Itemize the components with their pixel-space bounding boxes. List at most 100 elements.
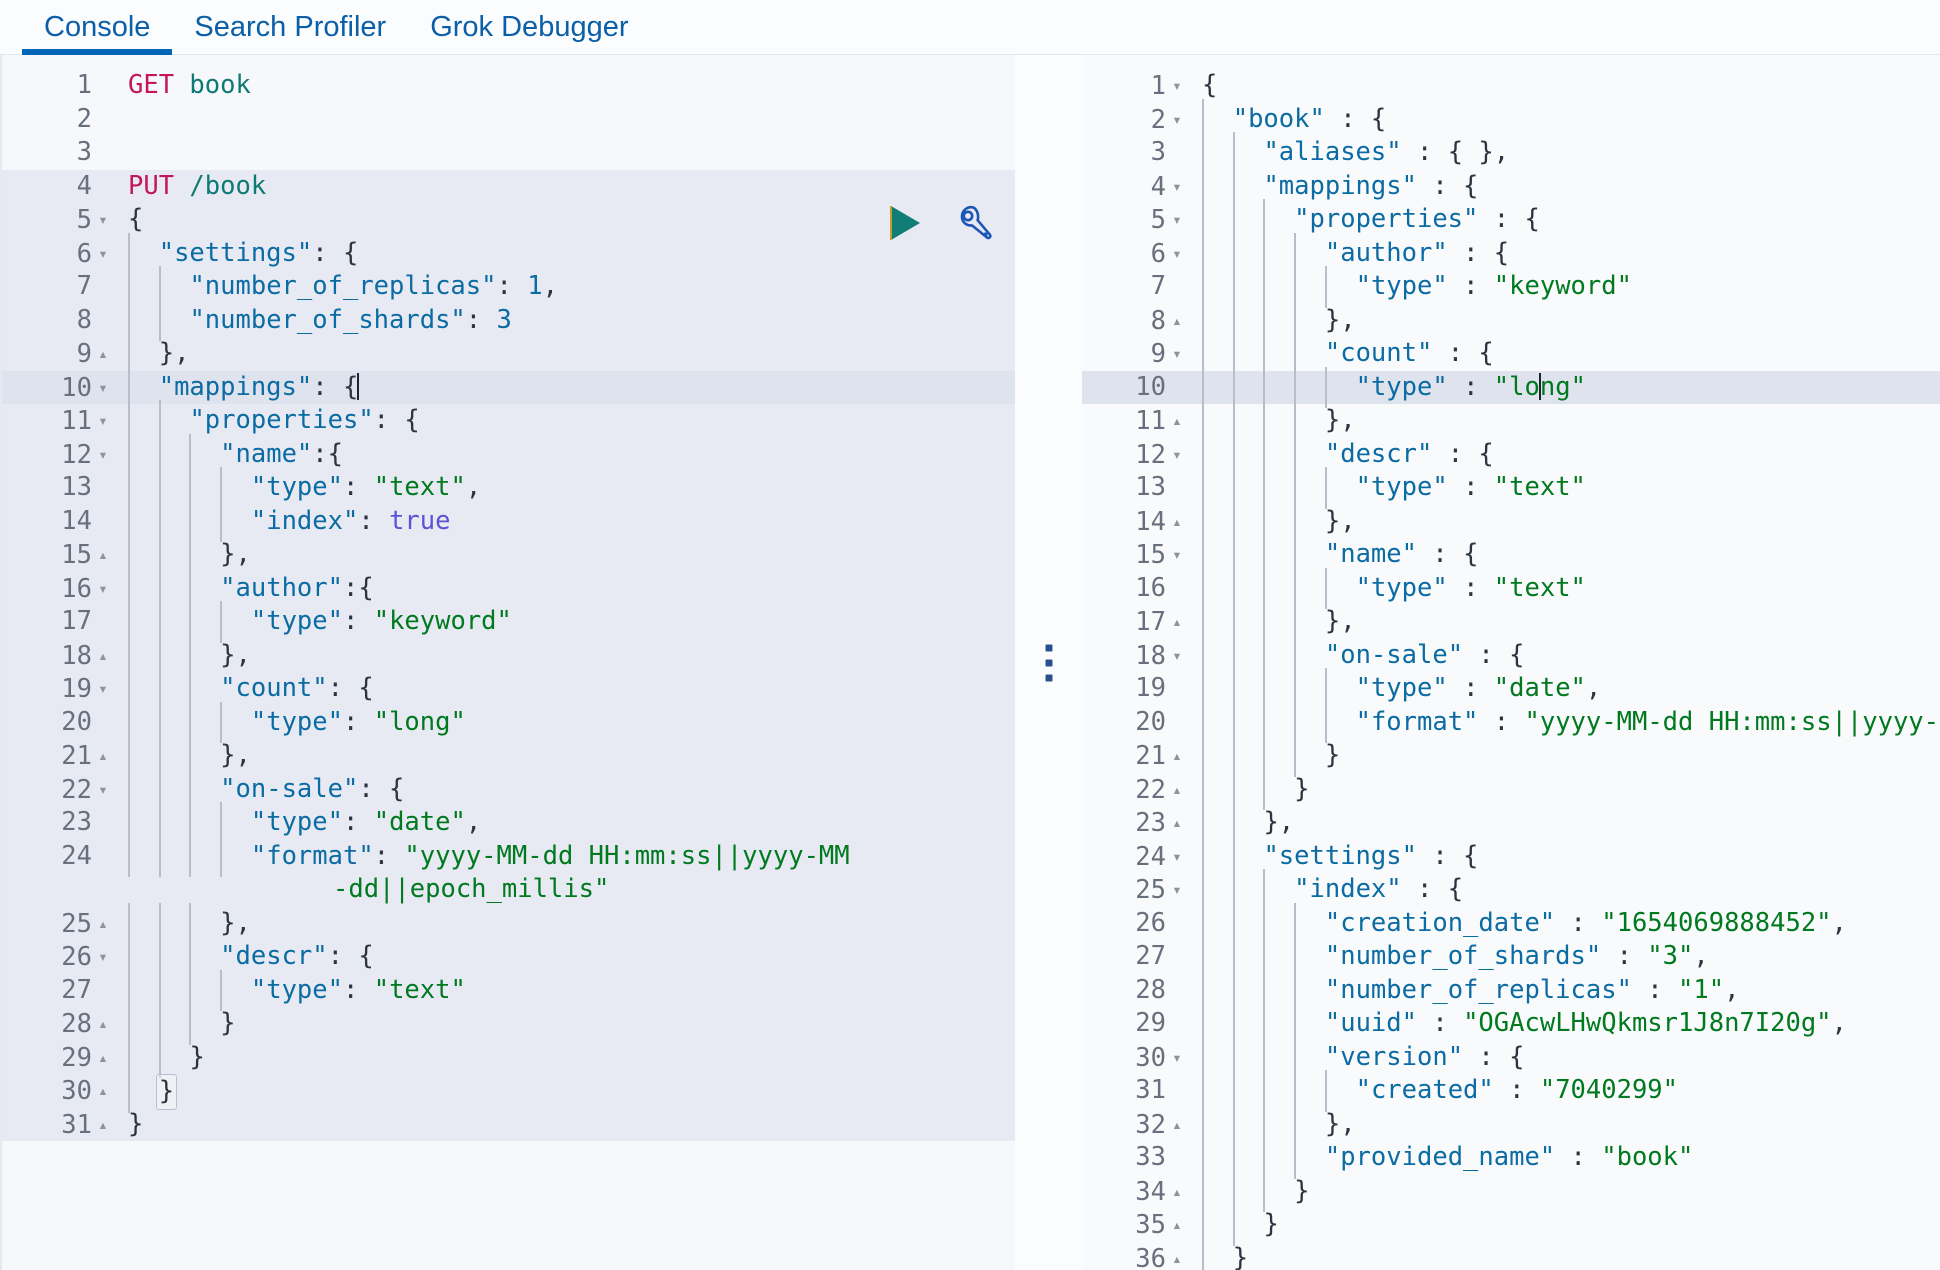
editor-line[interactable]: 20 "format" : "yyyy-MM-dd HH:mm:ss||yyyy… <box>1082 701 1940 743</box>
fold-arrow-icon[interactable]: ▾ <box>92 940 114 974</box>
line-gutter[interactable]: 17 ▴ <box>1082 605 1194 639</box>
editor-line[interactable]: 19 "type" : "date", <box>1082 668 1940 709</box>
fold-arrow-icon[interactable]: ▾ <box>1166 873 1188 907</box>
line-gutter[interactable]: 10 <box>1082 371 1194 405</box>
editor-line[interactable]: 22 ▴ } <box>1082 768 1940 810</box>
editor-line[interactable]: 31 ▴} <box>2 1107 1015 1142</box>
editor-line[interactable]: 15 ▴ }, <box>2 534 1015 575</box>
fold-arrow-icon[interactable]: ▴ <box>92 1007 114 1041</box>
editor-line[interactable]: 19 ▾ "count": { <box>2 668 1015 709</box>
fold-arrow-icon[interactable]: ▾ <box>1166 170 1188 204</box>
line-gutter[interactable]: 29 <box>1082 1007 1194 1041</box>
line-gutter[interactable]: 9 ▾ <box>1082 337 1194 371</box>
editor-line[interactable]: 27 "type": "text" <box>2 969 1015 1011</box>
line-gutter[interactable]: 28 <box>1082 974 1194 1008</box>
editor-line[interactable]: 29 ▴ } <box>2 1036 1015 1078</box>
editor-line[interactable]: 34 ▴ } <box>1082 1170 1940 1212</box>
fold-arrow-icon[interactable]: ▾ <box>92 672 114 706</box>
editor-line[interactable]: 6 ▾ "settings": { <box>2 232 1015 274</box>
line-gutter[interactable]: 12 ▾ <box>2 438 120 472</box>
fold-arrow-icon[interactable]: ▴ <box>92 1074 114 1108</box>
line-gutter[interactable]: 35 ▴ <box>1082 1208 1194 1242</box>
line-gutter[interactable]: 7 <box>1082 270 1194 304</box>
editor-line[interactable]: 21 ▴ }, <box>2 735 1015 776</box>
editor-line[interactable]: 15 ▾ "name" : { <box>1082 534 1940 575</box>
line-gutter[interactable]: 9 ▴ <box>2 337 120 371</box>
tab-grok-debugger[interactable]: Grok Debugger <box>408 0 650 55</box>
line-gutter[interactable]: 24 <box>2 840 120 907</box>
line-gutter[interactable]: 31 <box>1082 1074 1194 1108</box>
fold-arrow-icon[interactable]: ▴ <box>1166 404 1188 438</box>
line-gutter[interactable]: 11 ▾ <box>2 404 120 438</box>
editor-line[interactable]: 5 ▾ "properties" : { <box>1082 199 1940 240</box>
line-gutter[interactable]: 17 <box>2 605 120 639</box>
editor-line[interactable]: 14 "index": true <box>2 500 1015 542</box>
editor-line[interactable]: 31 "created" : "7040299" <box>1082 1070 1940 1111</box>
editor-line[interactable]: 16 "type" : "text" <box>1082 567 1940 609</box>
editor-line[interactable]: 16 ▾ "author":{ <box>2 567 1015 609</box>
editor-line[interactable]: 2 <box>2 103 1015 137</box>
line-gutter[interactable]: 31 ▴ <box>2 1108 120 1142</box>
editor-line[interactable]: 22 ▾ "on-sale": { <box>2 768 1015 810</box>
fold-arrow-icon[interactable]: ▾ <box>1166 237 1188 271</box>
fold-arrow-icon[interactable]: ▾ <box>1166 840 1188 874</box>
fold-arrow-icon[interactable]: ▴ <box>92 907 114 941</box>
editor-line[interactable]: 27 "number_of_shards" : "3", <box>1082 936 1940 977</box>
editor-line[interactable]: 24 ▾ "settings" : { <box>1082 835 1940 877</box>
editor-line[interactable]: 9 ▾ "count" : { <box>1082 333 1940 374</box>
editor-line[interactable]: 30 ▾ "version" : { <box>1082 1036 1940 1078</box>
fold-arrow-icon[interactable]: ▾ <box>92 203 114 237</box>
line-gutter[interactable]: 26 <box>1082 907 1194 941</box>
editor-line[interactable]: 21 ▴ } <box>1082 735 1940 776</box>
line-gutter[interactable]: 19 ▾ <box>2 672 120 706</box>
editor-line[interactable]: 24 "format": "yyyy-MM-dd HH:mm:ss||yyyy-… <box>2 835 1015 907</box>
line-gutter[interactable]: 28 ▴ <box>2 1007 120 1041</box>
line-gutter[interactable]: 26 ▾ <box>2 940 120 974</box>
fold-arrow-icon[interactable]: ▾ <box>92 773 114 807</box>
line-gutter[interactable]: 2 <box>2 103 120 137</box>
editor-line[interactable]: 4 PUT /book <box>2 169 1015 204</box>
editor-line[interactable]: 3 <box>2 136 1015 170</box>
line-gutter[interactable]: 6 ▾ <box>1082 237 1194 271</box>
editor-line[interactable]: 13 "type" : "text" <box>1082 467 1940 508</box>
editor-line[interactable]: 18 ▾ "on-sale" : { <box>1082 634 1940 676</box>
fold-arrow-icon[interactable]: ▴ <box>1166 1242 1188 1270</box>
line-gutter[interactable]: 5 ▾ <box>1082 203 1194 237</box>
fold-arrow-icon[interactable]: ▴ <box>1166 605 1188 639</box>
line-gutter[interactable]: 1 ▾ <box>1082 69 1194 103</box>
editor-line[interactable]: 11 ▾ "properties": { <box>2 400 1015 441</box>
editor-line[interactable]: 11 ▴ }, <box>1082 400 1940 441</box>
editor-line[interactable]: 33 "provided_name" : "book" <box>1082 1137 1940 1178</box>
editor-line[interactable]: 10 ▾ "mappings": { <box>2 366 1015 408</box>
editor-line[interactable]: 1 GET book <box>2 69 1015 103</box>
line-gutter[interactable]: 13 <box>2 471 120 505</box>
fold-arrow-icon[interactable]: ▾ <box>1166 538 1188 572</box>
fold-arrow-icon[interactable]: ▾ <box>1166 69 1188 103</box>
editor-line[interactable]: 29 "uuid" : "OGAcwLHwQkmsr1J8n7I20g", <box>1082 1003 1940 1044</box>
line-gutter[interactable]: 10 ▾ <box>2 371 120 405</box>
line-gutter[interactable]: 34 ▴ <box>1082 1175 1194 1209</box>
fold-arrow-icon[interactable]: ▴ <box>92 1041 114 1075</box>
fold-arrow-icon[interactable]: ▾ <box>1166 203 1188 237</box>
editor-line[interactable]: 3 "aliases" : { }, <box>1082 132 1940 173</box>
pane-drag-handle[interactable] <box>1045 644 1052 681</box>
editor-line[interactable]: 14 ▴ }, <box>1082 500 1940 542</box>
line-gutter[interactable]: 25 ▴ <box>2 907 120 941</box>
line-gutter[interactable]: 25 ▾ <box>1082 873 1194 907</box>
editor-line[interactable]: 26 "creation_date" : "1654069888452", <box>1082 902 1940 944</box>
fold-arrow-icon[interactable]: ▴ <box>1166 1108 1188 1142</box>
editor-line[interactable]: 25 ▴ }, <box>2 902 1015 944</box>
line-gutter[interactable]: 20 <box>1082 706 1194 740</box>
editor-line[interactable]: 7 "type" : "keyword" <box>1082 266 1940 307</box>
editor-line[interactable]: 8 "number_of_shards": 3 <box>2 299 1015 341</box>
editor-line[interactable]: 1 ▾ { <box>1082 69 1940 103</box>
editor-line[interactable]: 2 ▾ "book" : { <box>1082 98 1940 140</box>
pane-splitter[interactable] <box>1015 55 1082 1270</box>
fold-arrow-icon[interactable]: ▾ <box>1166 1041 1188 1075</box>
fold-arrow-icon[interactable]: ▴ <box>1166 739 1188 773</box>
line-gutter[interactable]: 19 <box>1082 672 1194 706</box>
line-gutter[interactable]: 3 <box>2 136 120 170</box>
line-gutter[interactable]: 18 ▴ <box>2 639 120 673</box>
line-gutter[interactable]: 23 ▴ <box>1082 806 1194 840</box>
line-gutter[interactable]: 21 ▴ <box>1082 739 1194 773</box>
